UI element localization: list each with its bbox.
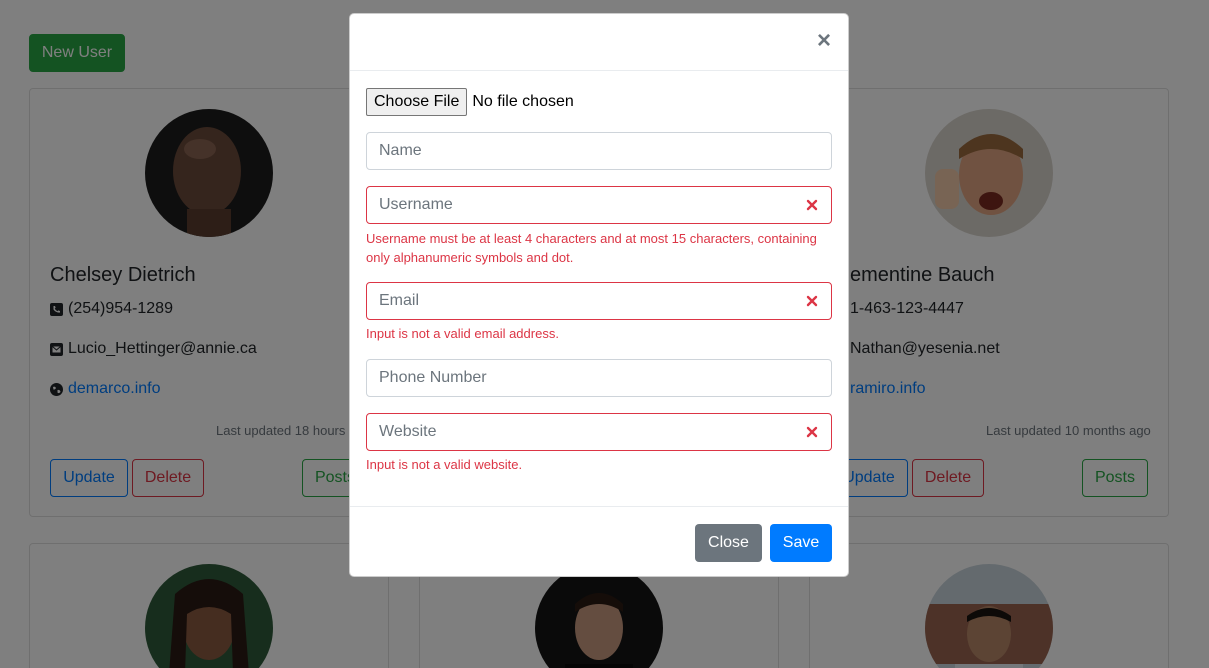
file-upload: Choose File No file chosen: [366, 88, 574, 116]
email-error: Input is not a valid email address.: [366, 326, 559, 341]
username-field[interactable]: Username: [366, 186, 832, 224]
close-icon: [806, 426, 818, 438]
modal-footer: Close Save: [350, 506, 848, 576]
save-button[interactable]: Save: [770, 524, 832, 562]
file-status: No file chosen: [472, 93, 574, 110]
website-placeholder: Website: [379, 423, 437, 440]
username-placeholder: Username: [379, 196, 453, 213]
close-icon[interactable]: ×: [814, 29, 834, 53]
phone-placeholder: Phone Number: [379, 369, 487, 386]
phone-field[interactable]: Phone Number: [366, 359, 832, 397]
email-placeholder: Email: [379, 292, 420, 309]
website-error: Input is not a valid website.: [366, 457, 523, 472]
modal-header: ×: [350, 14, 848, 71]
username-error: Username must be at least 4 characters a…: [366, 231, 817, 265]
website-field[interactable]: Website: [366, 413, 832, 451]
close-icon: [806, 295, 818, 307]
email-field[interactable]: Email: [366, 282, 832, 320]
choose-file-button[interactable]: Choose File: [366, 88, 468, 116]
name-placeholder: Name: [379, 142, 422, 159]
close-icon: [806, 199, 818, 211]
user-form-modal: × Choose File No file chosen Name Userna…: [349, 13, 849, 577]
name-field[interactable]: Name: [366, 132, 832, 170]
close-button[interactable]: Close: [695, 524, 762, 562]
